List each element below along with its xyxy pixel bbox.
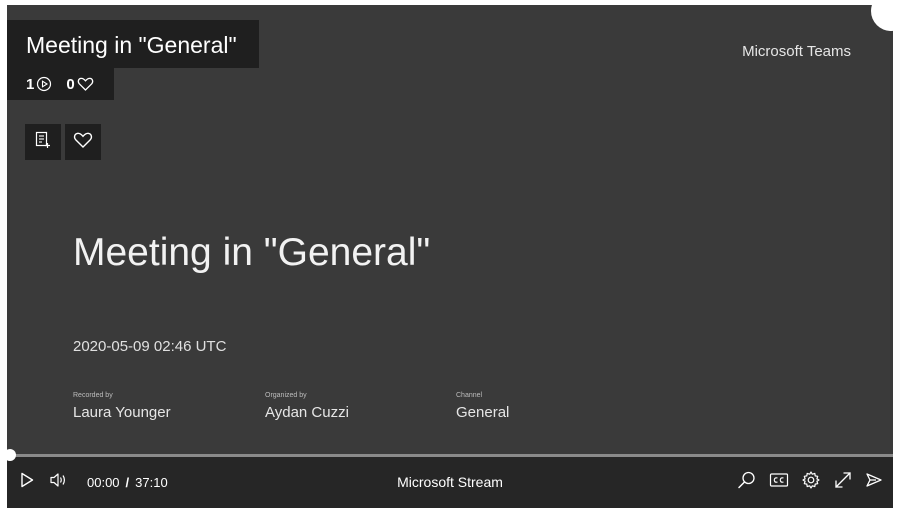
likes-count: 0 [66,75,75,93]
volume-button[interactable] [49,472,69,493]
like-button[interactable] [65,124,101,160]
play-icon [19,472,35,493]
expand-icon [833,470,853,495]
corner-indicator [871,5,893,31]
channel: Channel General [456,391,509,421]
recorded-by: Recorded by Laura Younger [73,391,171,421]
captions-button[interactable] [769,472,789,493]
heart-icon [77,76,94,92]
meta-label: Recorded by [73,392,113,399]
video-player[interactable]: Meeting in "General" 1 0 Microsoft Teams [7,5,893,508]
control-row: Microsoft Stream 00:00 / 37:10 [7,468,893,496]
fullscreen-button[interactable] [833,470,853,495]
progress-handle[interactable] [7,449,16,461]
time-separator: / [125,474,130,490]
heart-icon [73,131,93,154]
meta-label: Channel [456,392,483,399]
share-button[interactable] [865,472,883,493]
play-button[interactable] [19,472,35,493]
volume-icon [49,472,69,493]
progress-bar[interactable] [7,449,893,461]
video-title: Meeting in "General" [7,20,259,68]
gear-icon [801,470,821,495]
search-button[interactable] [737,470,757,495]
slide-date: 2020-05-09 02:46 UTC [73,338,227,355]
meta-value: Laura Younger [73,404,171,421]
time-display: 00:00 / 37:10 [87,475,168,490]
cc-icon [769,472,789,493]
organized-by: Organized by Aydan Cuzzi [265,391,349,421]
add-to-list-button[interactable] [25,124,61,160]
current-time: 00:00 [87,474,120,490]
duration: 37:10 [135,474,168,490]
teams-brand: Microsoft Teams [742,43,851,60]
share-icon [865,472,883,493]
right-controls [737,470,883,495]
video-actions [25,124,101,160]
views-stat: 1 [26,76,52,93]
video-stats: 1 0 [7,68,114,100]
meta-value: Aydan Cuzzi [265,404,349,421]
video-info-overlay: Meeting in "General" 1 0 [7,20,259,100]
views-count: 1 [26,75,35,93]
search-icon [737,470,757,495]
slide-title: Meeting in "General" [73,231,431,274]
play-circle-icon [36,76,52,92]
player-controls: Microsoft Stream 00:00 / 37:10 [7,449,893,508]
meta-label: Organized by [265,392,307,399]
add-to-list-icon [34,131,52,154]
settings-button[interactable] [801,470,821,495]
likes-stat: 0 [66,76,93,93]
meta-value: General [456,404,510,421]
